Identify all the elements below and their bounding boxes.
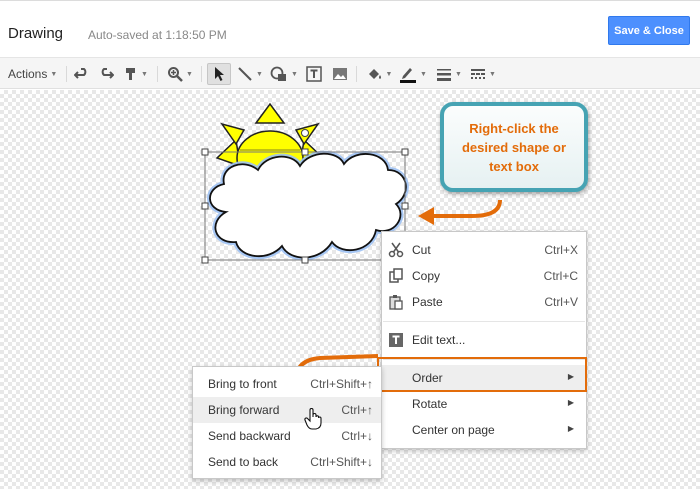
menu-item-label: Paste (412, 295, 443, 309)
menu-item-center-on-page[interactable]: Center on page ▶ (382, 417, 586, 443)
menu-item-shortcut: Ctrl+C (543, 269, 578, 283)
pointer-arrow-icon (418, 199, 502, 225)
menu-item-label: Send to back (208, 455, 279, 469)
submenu-item-send-to-back[interactable]: Send to back Ctrl+Shift+↓ (193, 449, 381, 475)
resize-handle[interactable] (201, 148, 209, 156)
menu-item-shortcut: Ctrl+Shift+↑ (310, 377, 373, 391)
menu-item-shortcut: Ctrl+↑ (341, 403, 373, 417)
menu-item-label: Center on page (412, 423, 495, 437)
rotate-handle[interactable] (301, 129, 309, 137)
chevron-right-icon: ▶ (567, 398, 574, 407)
context-menu: Cut Ctrl+X Copy Ctrl+C Paste Ctrl+V Edit… (381, 231, 587, 449)
order-submenu: Bring to front Ctrl+Shift+↑ Bring forwar… (192, 366, 382, 479)
resize-handle[interactable] (301, 256, 309, 264)
menu-divider (383, 321, 585, 322)
order-highlight-box (377, 357, 587, 392)
resize-handle[interactable] (301, 148, 309, 156)
resize-handle[interactable] (201, 256, 209, 264)
instruction-callout: Right-click the desired shape or text bo… (440, 102, 588, 192)
menu-item-paste[interactable]: Paste Ctrl+V (382, 289, 586, 315)
menu-item-shortcut: Ctrl+V (544, 295, 578, 309)
menu-item-shortcut: Ctrl+Shift+↓ (310, 455, 373, 469)
menu-item-label: Copy (412, 269, 441, 283)
hand-cursor-icon (304, 408, 322, 430)
paste-icon (389, 295, 403, 310)
menu-item-rotate[interactable]: Rotate ▶ (382, 391, 586, 417)
menu-item-label: Cut (412, 243, 431, 257)
menu-item-label: Edit text... (412, 333, 466, 347)
menu-item-shortcut: Ctrl+X (544, 243, 578, 257)
submenu-item-send-backward[interactable]: Send backward Ctrl+↓ (193, 423, 381, 449)
menu-item-copy[interactable]: Copy Ctrl+C (382, 263, 586, 289)
edit-text-icon (389, 333, 403, 347)
resize-handle[interactable] (201, 202, 209, 210)
menu-item-label: Send backward (208, 429, 291, 443)
scissors-icon (388, 242, 404, 258)
submenu-item-bring-to-front[interactable]: Bring to front Ctrl+Shift+↑ (193, 371, 381, 397)
resize-handle[interactable] (401, 148, 409, 156)
menu-item-label: Bring forward (208, 403, 280, 417)
resize-handle[interactable] (401, 202, 409, 210)
chevron-right-icon: ▶ (567, 424, 574, 433)
menu-item-edit-text[interactable]: Edit text... (382, 327, 586, 353)
cloud-shape[interactable] (207, 150, 409, 261)
menu-item-label: Rotate (412, 397, 448, 411)
menu-item-cut[interactable]: Cut Ctrl+X (382, 237, 586, 263)
submenu-item-bring-forward[interactable]: Bring forward Ctrl+↑ (193, 397, 381, 423)
menu-item-shortcut: Ctrl+↓ (341, 429, 373, 443)
menu-item-label: Bring to front (208, 377, 277, 391)
copy-icon (389, 268, 403, 283)
